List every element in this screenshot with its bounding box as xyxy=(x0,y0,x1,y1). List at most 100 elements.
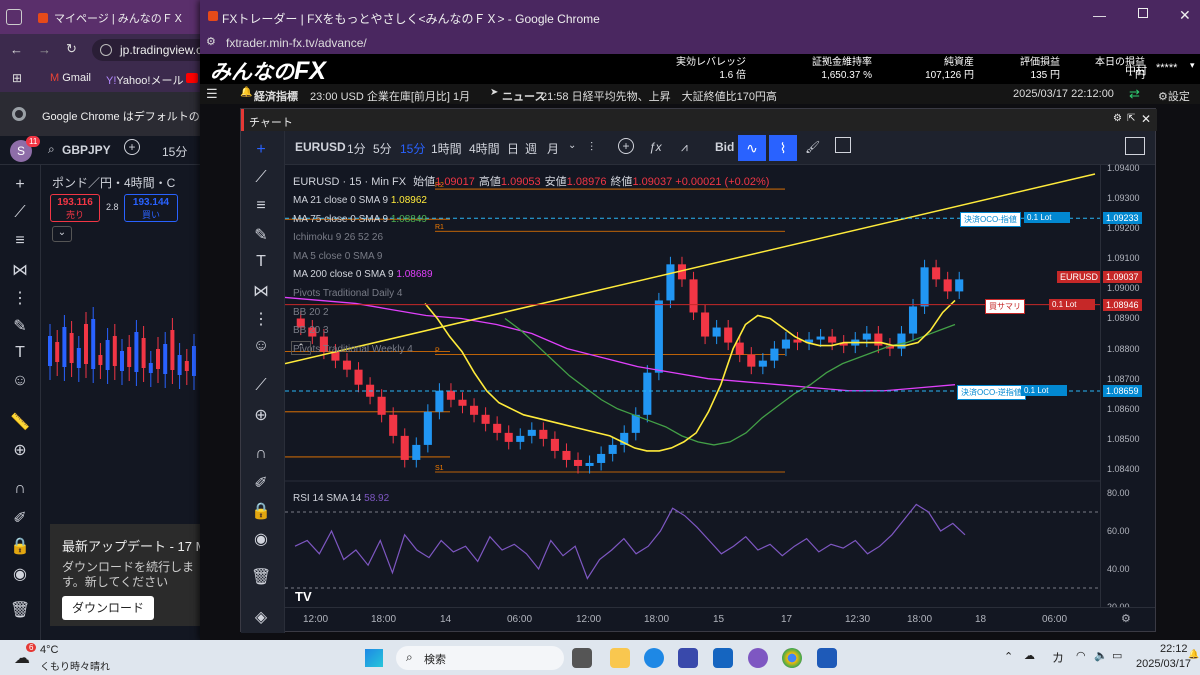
add-indicator-icon[interactable]: + xyxy=(618,138,634,154)
legend-collapse-icon[interactable]: ⌃ xyxy=(291,341,311,355)
indicator-row[interactable]: Ichimoku 9 26 52 26 xyxy=(293,232,383,243)
interval-selector[interactable]: 15分 xyxy=(162,143,187,160)
back-url-field[interactable]: jp.tradingview.c xyxy=(92,39,200,61)
indicator-row[interactable]: MA 5 close 0 SMA 9 xyxy=(293,251,383,262)
bookmark-yahoo[interactable]: Y!Yahoo!メール xyxy=(106,72,183,88)
layout-icon[interactable] xyxy=(1125,137,1145,155)
outlook-icon[interactable] xyxy=(713,648,733,668)
buy-summary-order-lot[interactable]: 0.1 Lot xyxy=(1049,298,1095,310)
trendline-icon[interactable]: ⟋ xyxy=(251,169,271,189)
symbol-name[interactable]: GBPJPY xyxy=(62,143,111,157)
lock-icon[interactable]: 🔒 xyxy=(251,501,271,521)
interval-0[interactable]: 1分 xyxy=(347,140,366,157)
crosshair-icon[interactable]: + xyxy=(10,176,30,196)
buy-button[interactable]: 193.144 買い xyxy=(124,194,178,222)
onedrive-icon[interactable]: ☁ xyxy=(1024,649,1035,662)
interval-6[interactable]: 週 xyxy=(525,140,537,157)
news-text[interactable]: 21:58 日経平均先物、上昇 大証終値比170円高 xyxy=(541,88,777,104)
apps-grid-icon[interactable]: ⊞ xyxy=(12,71,22,85)
collapse-chevron-icon[interactable]: ⌄ xyxy=(52,226,72,242)
hide-icon[interactable]: ◉ xyxy=(251,529,271,549)
lock-icon[interactable]: 🔒 xyxy=(10,536,30,556)
start-icon[interactable] xyxy=(365,649,383,667)
chart-settings-icon[interactable]: ⚙ xyxy=(1113,113,1122,124)
magnet-icon[interactable]: ∩ xyxy=(10,480,30,500)
ruler-icon[interactable]: 📏 xyxy=(10,412,30,432)
chart-close-icon[interactable]: ✕ xyxy=(1141,112,1151,126)
tray-chevron-icon[interactable]: ⌃ xyxy=(1004,650,1013,663)
paint-icon[interactable]: 🖌 xyxy=(805,140,820,154)
text-tool-icon[interactable]: T xyxy=(251,253,271,273)
axis-settings-icon[interactable]: ⚙ xyxy=(1121,612,1131,625)
indicator-row[interactable]: MA 21 close 0 SMA 9 1.08962 xyxy=(293,195,427,206)
copilot-icon[interactable] xyxy=(748,648,768,668)
symbol-search-icon[interactable]: ⌕ xyxy=(48,142,55,157)
menu-icon[interactable]: ☰ xyxy=(206,86,218,102)
taskview-icon[interactable] xyxy=(572,648,592,668)
fx-indicator-icon[interactable]: ƒx xyxy=(649,140,662,154)
zoom-in-icon[interactable]: ⊕ xyxy=(251,405,271,425)
notification-bell-icon[interactable]: 🔔 xyxy=(1188,649,1199,660)
volume-icon[interactable]: 🔈 xyxy=(1094,649,1108,662)
compare-icon[interactable]: ⩘ xyxy=(681,140,688,155)
brush-icon[interactable]: ✎ xyxy=(10,316,30,336)
brush-icon[interactable]: ✎ xyxy=(251,225,271,245)
refresh-arrows-icon[interactable]: ⇄ xyxy=(1129,86,1140,102)
reload-icon[interactable]: ↻ xyxy=(66,41,77,57)
prediction-icon[interactable]: ⋮ xyxy=(251,309,271,329)
wifi-icon[interactable]: ◠ xyxy=(1076,649,1086,662)
forward-arrow-icon[interactable]: → xyxy=(38,42,51,57)
buy-summary-order-label[interactable]: 買サマリ xyxy=(985,298,1025,314)
interval-7[interactable]: 月 xyxy=(547,140,559,157)
download-button[interactable]: ダウンロード xyxy=(62,596,154,620)
interval-3[interactable]: 1時間 xyxy=(431,140,462,157)
back-tab[interactable]: マイページ | みんなのＦＸ xyxy=(38,8,184,28)
price-axis[interactable]: 1.09400 1.09300 1.09200 1.09100 1.09000 1.089… xyxy=(1100,163,1155,612)
zoom-icon[interactable]: ⊕ xyxy=(10,440,30,460)
compare-plus-icon[interactable]: + xyxy=(124,139,140,155)
popout-icon[interactable]: ⇱ xyxy=(1127,113,1135,124)
store-icon[interactable] xyxy=(678,648,698,668)
pattern-icon[interactable]: ⋈ xyxy=(10,260,30,280)
ime-indicator[interactable]: カ xyxy=(1052,649,1064,666)
smile-icon[interactable]: ☺ xyxy=(10,372,30,392)
interval-1[interactable]: 5分 xyxy=(373,140,392,157)
site-info-icon[interactable]: ⚙ xyxy=(206,35,216,48)
interval-5[interactable]: 日 xyxy=(507,140,519,157)
symbol-selector[interactable]: EURUSD xyxy=(295,140,346,154)
prediction-icon[interactable]: ⋮ xyxy=(10,288,30,308)
lock-draw-icon[interactable]: ✐ xyxy=(10,508,30,528)
price-type-toggle[interactable]: Bid xyxy=(715,140,734,154)
trendline-icon[interactable]: ⟋ xyxy=(10,204,30,224)
trash-icon[interactable]: 🗑 xyxy=(10,600,30,620)
bookmark-gmail[interactable]: M Gmail xyxy=(50,72,91,84)
sell-button[interactable]: 193.116 売り xyxy=(50,194,100,222)
edge-icon[interactable] xyxy=(644,648,664,668)
oco-stop-order-lot[interactable]: 0.1 Lot xyxy=(1021,385,1067,397)
oco-limit-order-label[interactable]: 決済OCO-指値 xyxy=(960,212,1021,228)
interval-dropdown-icon[interactable]: ⌄ xyxy=(568,140,576,151)
indicator-row[interactable]: BB 20 3 xyxy=(293,325,329,336)
fib-retracement-icon[interactable]: ≡ xyxy=(251,197,271,217)
time-axis[interactable]: 12:00 18:00 14 06:00 12:00 18:00 15 17 12:30 18:0… xyxy=(285,607,1155,631)
search-box[interactable]: ⌕ 検索 xyxy=(396,646,564,670)
indicator-row[interactable]: BB 20 2 xyxy=(293,307,329,318)
line-chart-icon[interactable]: ∿ xyxy=(738,135,766,161)
layers-icon[interactable]: ◈ xyxy=(251,607,271,627)
indicator-row[interactable]: Pivots Traditional Daily 4 xyxy=(293,288,403,299)
eye-icon[interactable]: ◉ xyxy=(10,564,30,584)
wave-chart-icon[interactable]: ⌇ xyxy=(769,135,797,161)
magnet-icon[interactable]: ∩ xyxy=(251,445,271,465)
indicator-row[interactable]: MA 200 close 0 SMA 9 1.08689 xyxy=(293,269,433,280)
copy-icon[interactable] xyxy=(835,137,851,153)
text-icon[interactable]: T xyxy=(10,344,30,364)
indicator-row[interactable]: MA 75 close 0 SMA 9 1.08849 xyxy=(293,214,427,225)
address-bar[interactable]: ⚙ fxtrader.min-fx.tv/advance/ xyxy=(200,32,1200,54)
pattern-icon[interactable]: ⋈ xyxy=(251,281,271,301)
stay-drawing-icon[interactable]: ✐ xyxy=(251,473,271,493)
candle-type-icon[interactable]: ⫶ xyxy=(590,140,593,155)
chart-plot-area[interactable]: R2 R1 P S1 EURUSD · 15 · Min FX 始値1.09017 高値… xyxy=(285,165,1102,607)
fib-icon[interactable]: ≡ xyxy=(10,232,30,252)
economic-text[interactable]: 23:00 USD 企業在庫[前月比] 1月 xyxy=(310,88,470,104)
tab-list-icon[interactable] xyxy=(6,9,22,25)
